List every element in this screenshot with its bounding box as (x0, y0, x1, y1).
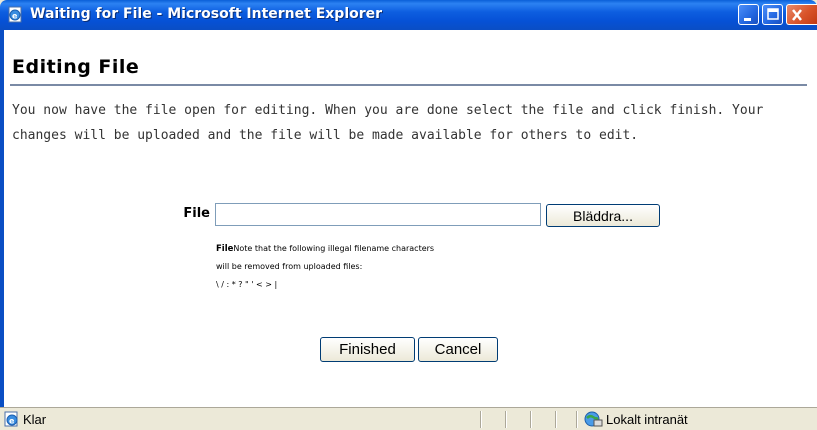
ie-page-icon: e (4, 411, 18, 427)
status-text: Klar (23, 412, 47, 427)
maximize-button[interactable] (762, 4, 783, 25)
finished-button[interactable]: Finished (320, 337, 415, 362)
zone-text: Lokalt intranät (606, 412, 688, 427)
note-line-3: \ / : * ? " ' < > | (216, 280, 278, 289)
status-bar: e Klar Lokalt intranät (0, 407, 817, 430)
close-button[interactable] (786, 4, 817, 25)
title-bar[interactable]: e Waiting for File - Microsoft Internet … (0, 0, 817, 30)
minimize-button[interactable] (738, 4, 759, 25)
close-icon (792, 9, 802, 21)
note-line-2: will be removed from uploaded files: (216, 262, 363, 271)
status-divider (555, 411, 557, 428)
minimize-icon (744, 18, 751, 21)
ie-page-icon: e (8, 6, 22, 23)
maximize-icon (767, 8, 779, 20)
heading-divider (10, 84, 807, 86)
status-divider (505, 411, 507, 428)
note-label: File (216, 244, 234, 254)
status-divider (480, 411, 482, 428)
file-path-input[interactable] (215, 203, 541, 226)
status-divider (576, 411, 578, 428)
filename-note: FileNote that the following illegal file… (216, 240, 434, 294)
note-line-1: Note that the following illegal filename… (233, 244, 435, 253)
window-title: Waiting for File - Microsoft Internet Ex… (30, 6, 383, 22)
instructions-text: You now have the file open for editing. … (12, 103, 764, 143)
status-divider (530, 411, 532, 428)
file-label: File (183, 206, 210, 221)
intranet-zone-icon (584, 411, 603, 427)
svg-text:e: e (12, 12, 18, 21)
cancel-button[interactable]: Cancel (418, 337, 498, 362)
svg-text:e: e (9, 417, 15, 426)
browse-button[interactable]: Bläddra... (546, 204, 660, 227)
page-title: Editing File (12, 56, 140, 78)
